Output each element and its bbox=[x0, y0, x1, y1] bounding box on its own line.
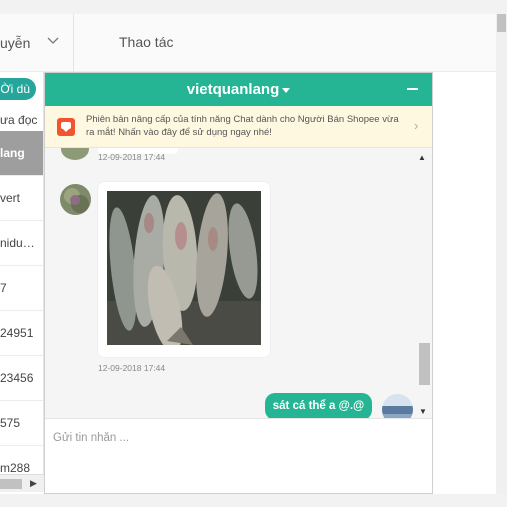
header-divider bbox=[73, 14, 74, 72]
scroll-right-arrow-icon[interactable]: ▶ bbox=[30, 478, 37, 489]
contact-avatar[interactable] bbox=[60, 184, 91, 215]
chevron-down-icon[interactable] bbox=[46, 34, 60, 48]
conversation-item[interactable]: 7 bbox=[0, 266, 43, 311]
conversation-filter-pill[interactable]: Ời dù bbox=[0, 78, 36, 100]
conversation-list-scrollbar[interactable]: ▶ bbox=[0, 474, 44, 492]
conversation-item-active[interactable]: lang bbox=[0, 131, 43, 176]
message-list: 12-09-2018 17:44 12-09-2018 17:44 sát cá… bbox=[45, 148, 432, 418]
image-message-bubble[interactable] bbox=[98, 182, 270, 357]
chat-contact-switcher[interactable]: vietquanlang bbox=[45, 81, 432, 98]
column-actions-header: Thao tác bbox=[119, 34, 174, 50]
conversation-item[interactable]: 23456 bbox=[0, 356, 43, 401]
avatar-image bbox=[60, 184, 91, 215]
column-status-header[interactable]: uyễn bbox=[0, 35, 30, 51]
self-avatar[interactable] bbox=[382, 394, 413, 418]
message-timestamp: 12-09-2018 17:44 bbox=[98, 363, 166, 373]
sent-message-bubble[interactable]: sát cá thể a @.@ bbox=[265, 393, 372, 418]
conversation-item[interactable]: 24951 bbox=[0, 311, 43, 356]
seller-chat-page: uyễn Thao tác Ời dù ưa đọc lang vert nid… bbox=[0, 0, 507, 507]
message-input[interactable] bbox=[53, 427, 423, 449]
avatar bbox=[61, 148, 89, 160]
conversation-item[interactable]: 575 bbox=[0, 401, 43, 446]
message-timestamp: 12-09-2018 17:44 bbox=[98, 152, 166, 162]
conversation-item[interactable]: vert bbox=[0, 176, 43, 221]
message-scrollbar-thumb[interactable] bbox=[419, 343, 430, 385]
upgrade-notice-banner[interactable]: Phiên bản nâng cấp của tính năng Chat dà… bbox=[45, 106, 432, 148]
chat-title: vietquanlang bbox=[186, 81, 280, 98]
scrollbar-thumb[interactable] bbox=[0, 479, 22, 489]
fish-image bbox=[107, 191, 261, 345]
conversation-list: Ời dù ưa đọc lang vert nidu… 7 24951 234… bbox=[0, 72, 44, 492]
minimize-icon[interactable] bbox=[405, 79, 421, 99]
chat-window: vietquanlang Phiên bản nâng cấp của tính… bbox=[44, 72, 433, 494]
chat-header: vietquanlang bbox=[45, 73, 432, 106]
notice-text: Phiên bản nâng cấp của tính năng Chat dà… bbox=[86, 114, 399, 138]
message-composer bbox=[45, 418, 432, 493]
chevron-right-icon: › bbox=[414, 118, 419, 133]
page-scrollbar-thumb[interactable] bbox=[497, 14, 506, 32]
chat-bubble-icon bbox=[57, 118, 75, 136]
avatar-image bbox=[382, 394, 413, 418]
fish-photo[interactable] bbox=[107, 191, 261, 345]
orders-table-header bbox=[0, 14, 496, 72]
page-scrollbar[interactable] bbox=[496, 14, 507, 494]
conversation-item[interactable]: nidu… bbox=[0, 221, 43, 266]
caret-down-icon bbox=[282, 87, 291, 93]
scroll-up-arrow-icon[interactable]: ▲ bbox=[418, 153, 426, 162]
scroll-down-arrow-icon[interactable]: ▼ bbox=[419, 407, 427, 416]
